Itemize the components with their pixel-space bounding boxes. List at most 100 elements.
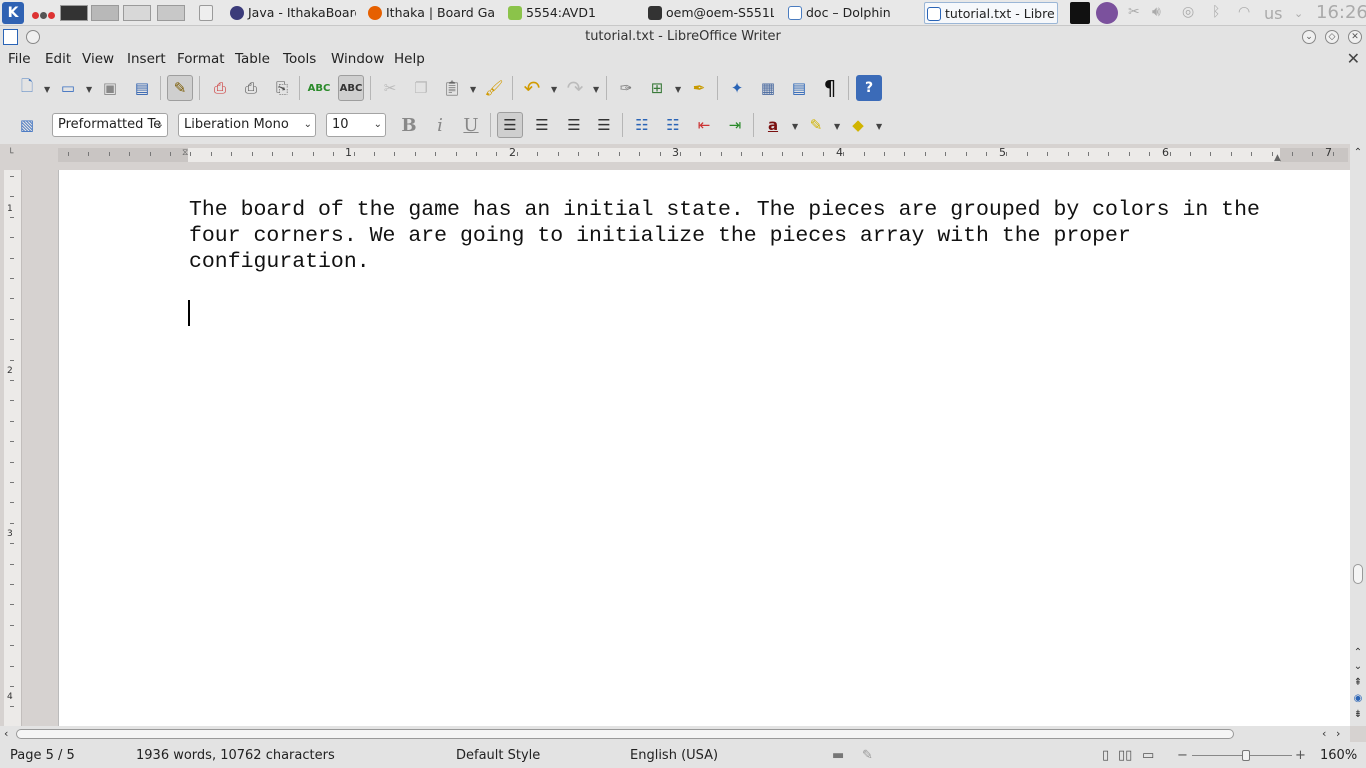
- menu-format[interactable]: Format: [177, 51, 225, 67]
- tab-stop-icon[interactable]: └: [8, 149, 13, 159]
- horizontal-ruler[interactable]: └ ⧖ ▲ 1 2 3 4 5 6 7: [0, 144, 1350, 166]
- task-libreoffice-writer[interactable]: tutorial.txt - Libre: [924, 2, 1058, 24]
- chevron-down-icon[interactable]: ▼: [675, 85, 681, 94]
- task-terminal[interactable]: oem@oem-S551LB: [646, 2, 774, 24]
- selection-mode-icon[interactable]: ▬: [832, 748, 844, 763]
- numbering-icon[interactable]: ☷: [629, 112, 655, 138]
- styles-formatting-icon[interactable]: ▧: [14, 112, 40, 138]
- document-modified-icon[interactable]: ✎: [862, 748, 873, 763]
- auto-spellcheck-icon[interactable]: ABC: [338, 75, 364, 101]
- gallery-icon[interactable]: ▦: [755, 75, 781, 101]
- zoom-slider-knob[interactable]: [1242, 750, 1250, 761]
- desktop-pager-3[interactable]: [123, 5, 151, 21]
- zoom-out-icon[interactable]: −: [1177, 748, 1188, 763]
- right-indent-marker[interactable]: ▲: [1274, 153, 1281, 163]
- justify-icon[interactable]: ☰: [591, 112, 617, 138]
- formatting-marks-icon[interactable]: ¶: [817, 75, 843, 101]
- zoom-level[interactable]: 160%: [1320, 748, 1357, 763]
- decrease-indent-icon[interactable]: ⇤: [691, 112, 717, 138]
- menu-edit[interactable]: Edit: [45, 51, 71, 67]
- chevron-down-icon[interactable]: ▼: [876, 122, 882, 131]
- left-indent-marker[interactable]: ⧖: [182, 148, 188, 158]
- align-center-icon[interactable]: ☰: [529, 112, 555, 138]
- align-left-icon[interactable]: ☰: [497, 112, 523, 138]
- scroll-left-icon[interactable]: ‹: [4, 727, 8, 740]
- clone-formatting-icon[interactable]: 🖌︎: [481, 75, 507, 101]
- hyperlink-icon[interactable]: ✑: [613, 75, 639, 101]
- multi-page-view-icon[interactable]: ▯▯: [1118, 748, 1132, 763]
- vertical-scrollbar[interactable]: ⌃ ⌃ ⌄ ⇞ ◉ ⇟: [1350, 144, 1366, 726]
- navigation-icon[interactable]: ◉: [1352, 692, 1364, 706]
- cut-icon[interactable]: ✂: [377, 75, 403, 101]
- scissors-icon[interactable]: ✂: [1128, 4, 1140, 20]
- previous-page-icon[interactable]: ⇞: [1352, 676, 1364, 690]
- maximize-icon[interactable]: ◇: [1325, 30, 1339, 44]
- undo-icon[interactable]: ↶: [519, 75, 545, 101]
- data-sources-icon[interactable]: ▤: [786, 75, 812, 101]
- vertical-ruler[interactable]: 1 2 3 4: [4, 170, 22, 726]
- chevron-down-icon[interactable]: ▼: [792, 122, 798, 131]
- insert-table-icon[interactable]: ⊞: [644, 75, 670, 101]
- menu-view[interactable]: View: [82, 51, 114, 67]
- menu-window[interactable]: Window: [331, 51, 384, 67]
- copy-icon[interactable]: ❐: [408, 75, 434, 101]
- export-icon[interactable]: ▤: [129, 75, 155, 101]
- menu-file[interactable]: File: [8, 51, 31, 67]
- menu-table[interactable]: Table: [235, 51, 270, 67]
- book-view-icon[interactable]: ▭: [1142, 748, 1154, 763]
- task-java-ithakaboard[interactable]: Java - IthakaBoard: [228, 2, 356, 24]
- desktop-pager-4[interactable]: [157, 5, 185, 21]
- bluetooth-icon[interactable]: ᛒ: [1212, 4, 1220, 20]
- open-icon[interactable]: ▭: [55, 75, 81, 101]
- application-launcher-icon[interactable]: K: [2, 2, 24, 24]
- save-icon[interactable]: ▣: [97, 75, 123, 101]
- wifi-icon[interactable]: ◠: [1238, 4, 1250, 20]
- paragraph-style-select[interactable]: Preformatted Te ⌄: [52, 113, 168, 137]
- paste-icon[interactable]: 📋︎: [439, 75, 465, 101]
- export-pdf-icon[interactable]: ⎙: [207, 75, 233, 101]
- chevron-down-icon[interactable]: ▼: [834, 122, 840, 131]
- close-icon[interactable]: ✕: [1348, 30, 1362, 44]
- underline-icon[interactable]: U: [458, 112, 484, 138]
- horizontal-scroll-thumb[interactable]: [16, 729, 1234, 739]
- print-preview-icon[interactable]: ⎘: [269, 75, 295, 101]
- menu-help[interactable]: Help: [394, 51, 425, 67]
- task-android-emulator[interactable]: 5554:AVD1: [506, 2, 626, 24]
- scroll-right-icon[interactable]: ›: [1336, 727, 1340, 740]
- chevron-down-icon[interactable]: ▼: [470, 85, 476, 94]
- word-count[interactable]: 1936 words, 10762 characters: [136, 748, 335, 763]
- scroll-down-icon[interactable]: ⌄: [1352, 660, 1364, 674]
- align-right-icon[interactable]: ☰: [561, 112, 587, 138]
- chevron-down-icon[interactable]: ▼: [551, 85, 557, 94]
- page-number[interactable]: Page 5 / 5: [10, 748, 75, 763]
- close-document-icon[interactable]: ✕: [1347, 49, 1360, 68]
- scroll-left-icon[interactable]: ‹: [1322, 727, 1326, 740]
- spellcheck-icon[interactable]: ABC: [306, 75, 332, 101]
- dropbox-icon[interactable]: [1070, 2, 1090, 24]
- language[interactable]: English (USA): [630, 748, 718, 763]
- bold-icon[interactable]: B: [396, 112, 422, 138]
- help-icon[interactable]: ?: [856, 75, 882, 101]
- zoom-in-icon[interactable]: +: [1295, 748, 1306, 763]
- viber-icon[interactable]: [1096, 2, 1118, 24]
- chevron-down-icon[interactable]: ⌄: [1294, 7, 1303, 20]
- task-dolphin[interactable]: doc – Dolphin: [786, 2, 914, 24]
- edit-mode-icon[interactable]: ✎: [167, 75, 193, 101]
- task-firefox-ithaka[interactable]: Ithaka | Board Gam: [366, 2, 496, 24]
- clock[interactable]: 16:26: [1316, 2, 1366, 23]
- menu-insert[interactable]: Insert: [127, 51, 166, 67]
- document-page[interactable]: The board of the game has an initial sta…: [58, 170, 1350, 726]
- desktop-pager-2[interactable]: [91, 5, 119, 21]
- chevron-down-icon[interactable]: ▼: [593, 85, 599, 94]
- navigator-icon[interactable]: ✦: [724, 75, 750, 101]
- window-menu-icon[interactable]: [26, 30, 40, 44]
- writer-app-icon[interactable]: [3, 29, 18, 45]
- font-size-select[interactable]: 10 ⌄: [326, 113, 386, 137]
- highlighting-icon[interactable]: ✎: [803, 112, 829, 138]
- font-name-select[interactable]: Liberation Mono ⌄: [178, 113, 316, 137]
- bullets-icon[interactable]: ☷: [660, 112, 686, 138]
- clipboard-icon[interactable]: [199, 5, 213, 21]
- keyboard-layout[interactable]: us: [1264, 4, 1282, 23]
- document-body-text[interactable]: The board of the game has an initial sta…: [189, 197, 1289, 275]
- menu-tools[interactable]: Tools: [283, 51, 316, 67]
